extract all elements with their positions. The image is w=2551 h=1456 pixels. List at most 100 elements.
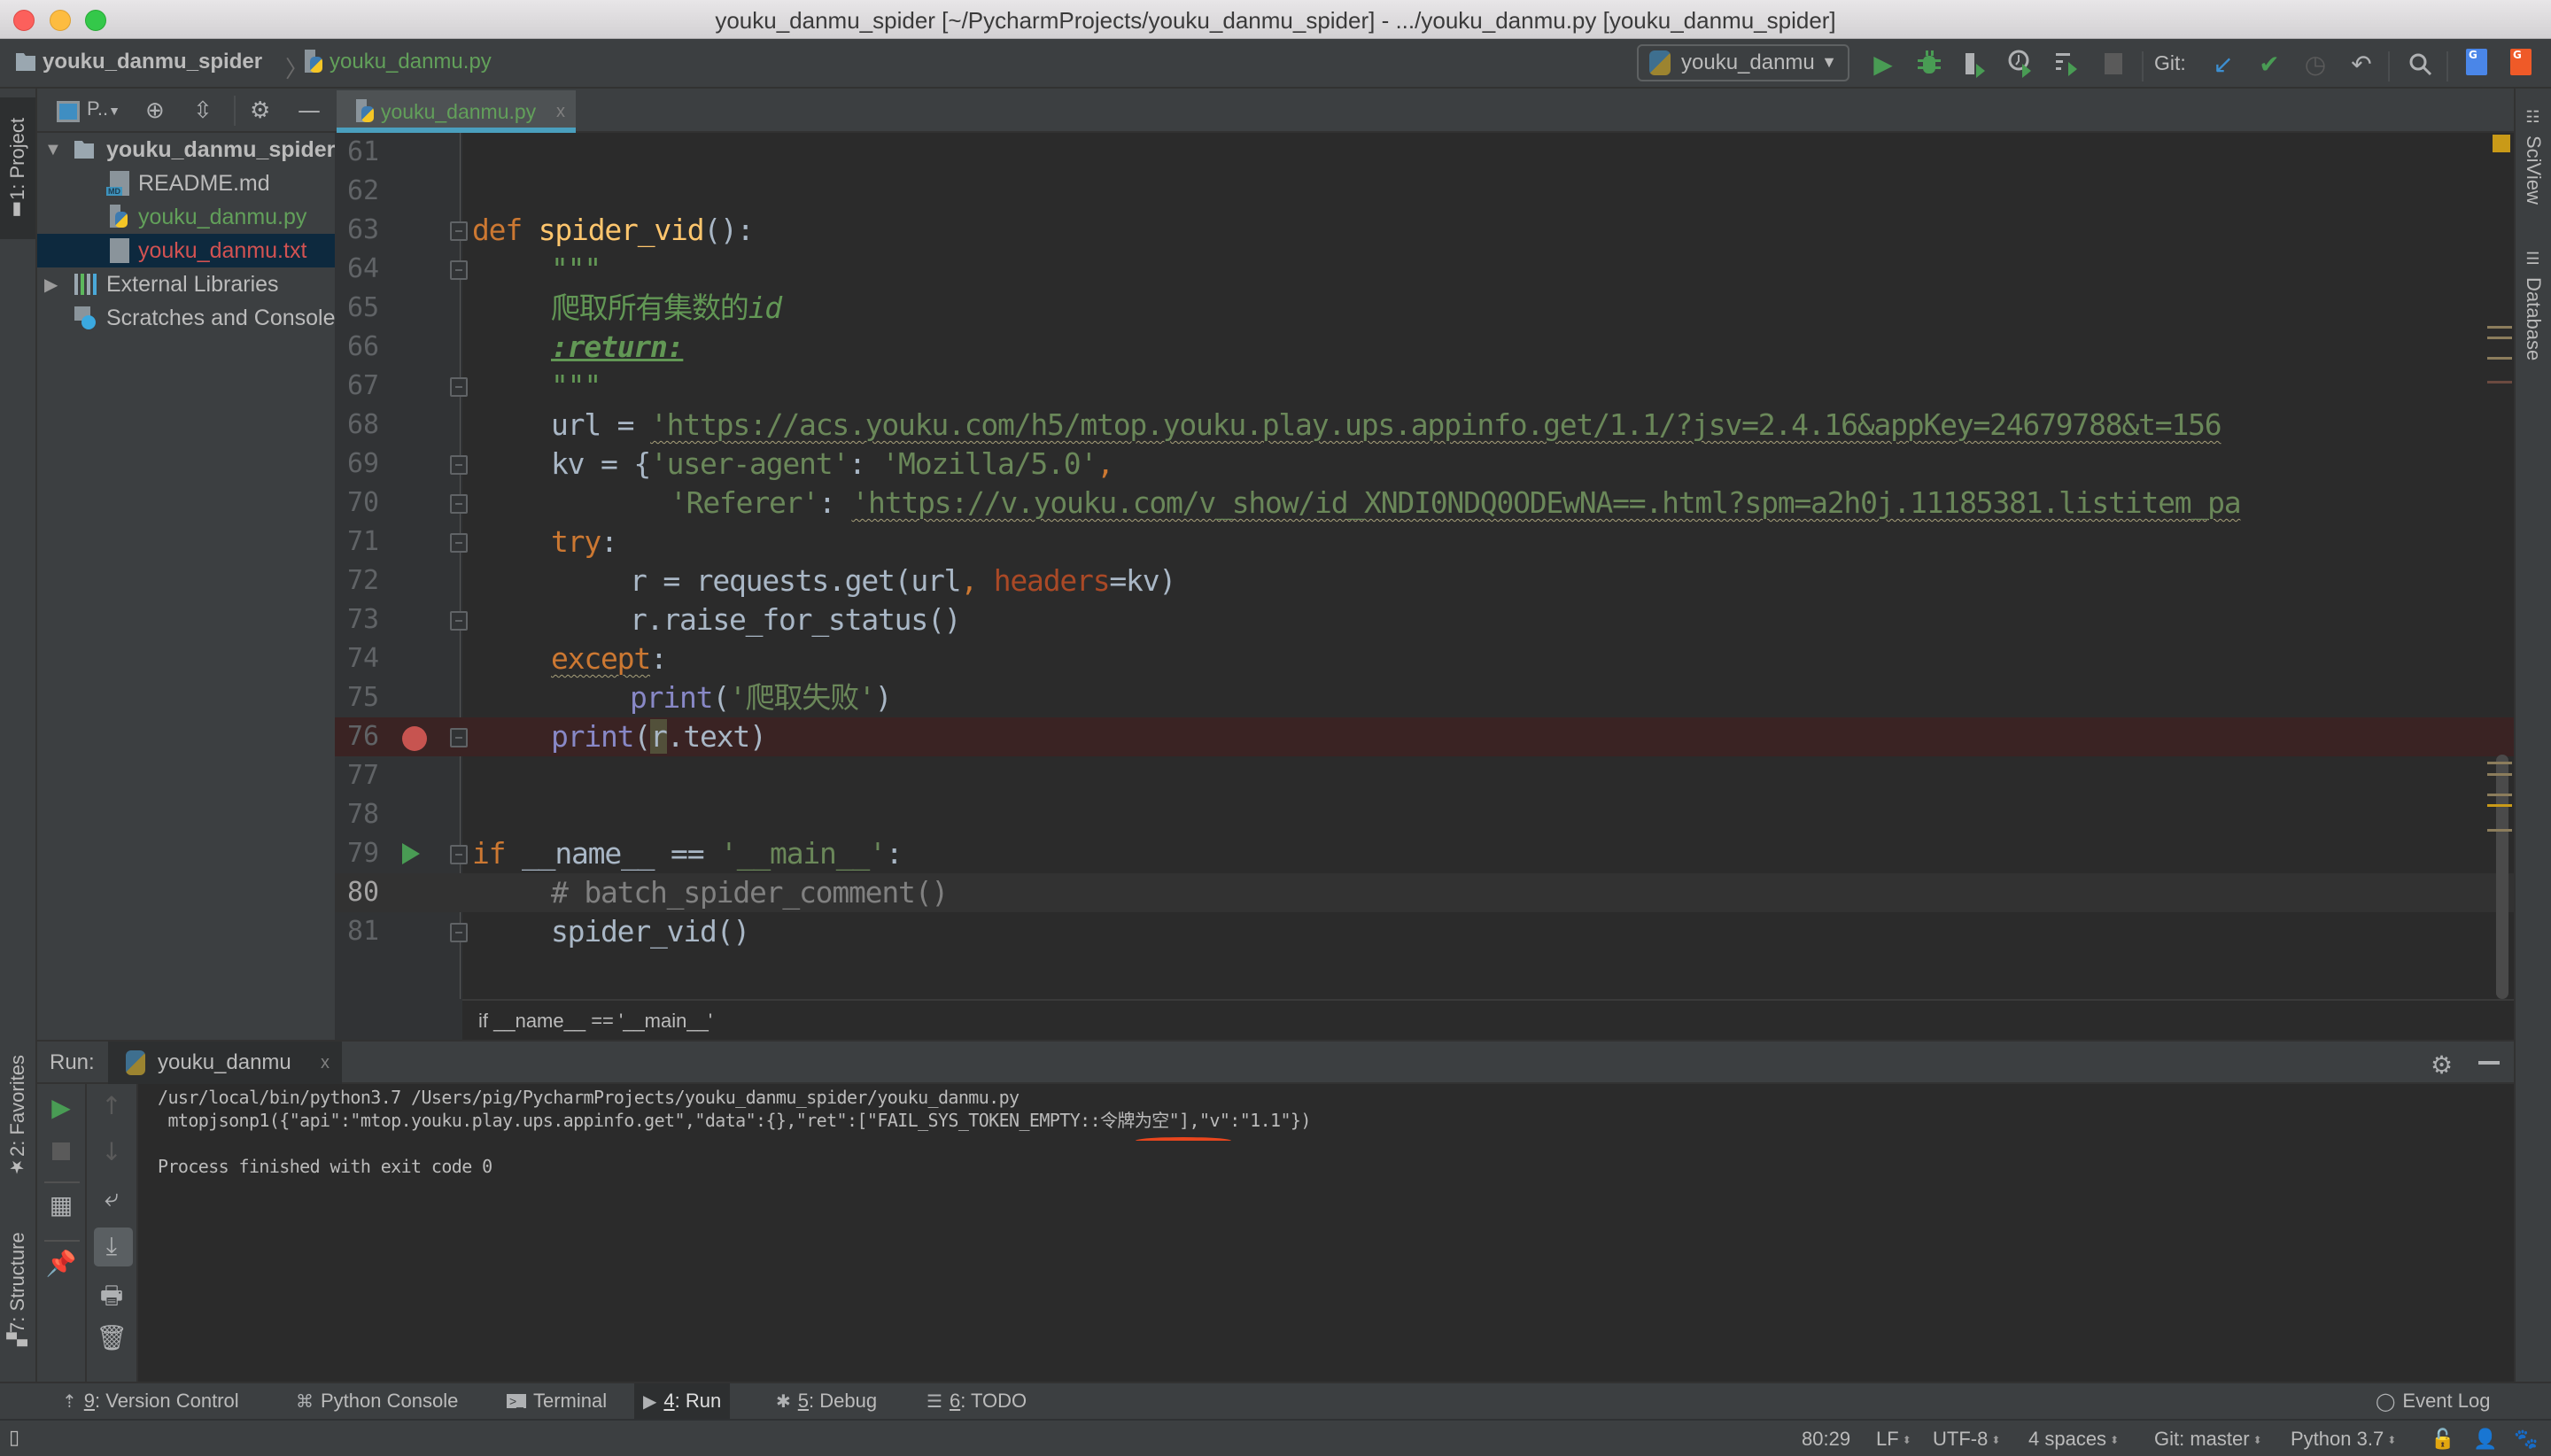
scroll-to-end-icon[interactable]: ⤓	[87, 1231, 136, 1261]
coverage-icon[interactable]	[1961, 50, 1989, 78]
string-literal: 'https://acs.youku.com/h5/mtop.youku.pla…	[650, 407, 2222, 442]
tab-database[interactable]: ☰ Database	[2516, 244, 2551, 366]
toggle-tool-windows-icon[interactable]: ▯	[9, 1426, 19, 1449]
warning-marker[interactable]	[2487, 337, 2512, 339]
breakpoint-icon[interactable]	[402, 726, 427, 751]
fold-icon[interactable]	[450, 845, 468, 864]
expand-arrow-icon[interactable]: ▼	[44, 140, 62, 160]
arrow-down-icon[interactable]: ↓	[87, 1137, 136, 1166]
run-icon[interactable]: ▶	[1869, 50, 1897, 79]
event-log-button[interactable]: ◯ Event Log	[2367, 1383, 2499, 1419]
tool-window-version-control[interactable]: ⇡ 9: Version Control	[53, 1383, 248, 1419]
concurrency-icon[interactable]	[2053, 50, 2082, 78]
stop-icon[interactable]	[2099, 50, 2128, 78]
tree-item-external-libraries[interactable]: ▶ External Libraries	[37, 267, 335, 301]
close-icon[interactable]: x	[321, 1053, 330, 1073]
code-line: 70 'Referer': 'https://v.youku.com/v_sho…	[335, 484, 2514, 523]
minimize-panel-icon[interactable]	[2478, 1061, 2500, 1065]
git-history-icon[interactable]: ◷	[2301, 50, 2330, 79]
tool-window-todo[interactable]: ☰ 6: TODO	[918, 1383, 1035, 1419]
run-tab-label: youku_danmu	[158, 1050, 291, 1074]
soft-wrap-icon[interactable]: ⤶	[87, 1183, 136, 1213]
stop-icon[interactable]	[37, 1137, 85, 1160]
toolbar-divider	[2142, 51, 2144, 81]
warning-marker[interactable]	[2487, 326, 2512, 329]
translate-alt-icon[interactable]: G	[2507, 48, 2535, 76]
tree-item-project-root[interactable]: ▼ youku_danmu_spider	[37, 133, 335, 167]
tab-project[interactable]: ▮ 1: Project	[0, 97, 35, 239]
fold-icon[interactable]	[450, 923, 468, 942]
expand-arrow-icon[interactable]: ▶	[44, 274, 58, 296]
breadcrumb-file[interactable]: youku_danmu.py	[305, 50, 492, 74]
run-gutter-icon[interactable]	[402, 843, 420, 864]
print-icon[interactable]: 🖶	[87, 1277, 136, 1320]
warning-marker[interactable]	[2487, 773, 2512, 776]
git-branch-selector[interactable]: Git: master ⬍	[2154, 1428, 2262, 1451]
cursor-position[interactable]: 80:29	[1802, 1428, 1850, 1451]
editor-breadcrumb[interactable]: if __name__ == '__main__'	[462, 999, 2514, 1040]
code-editor[interactable]: 61 62 63 def spider_vid(): 64 """ 65 爬取所…	[335, 133, 2514, 999]
warning-marker[interactable]	[2487, 381, 2512, 383]
tab-favorites[interactable]: ★ 2: Favorites	[0, 1045, 35, 1196]
translate-icon[interactable]: G	[2462, 48, 2491, 76]
lock-icon[interactable]: 🔓	[2431, 1428, 2454, 1451]
git-update-icon[interactable]: ↙	[2209, 50, 2237, 79]
inspector-icon[interactable]: 👤	[2473, 1428, 2497, 1451]
git-revert-icon[interactable]: ↶	[2347, 50, 2376, 79]
vertical-scrollbar[interactable]	[2496, 755, 2508, 999]
arrow-up-icon[interactable]: ↑	[87, 1091, 136, 1120]
warning-marker[interactable]	[2487, 829, 2512, 832]
project-view-dropdown[interactable]: P..▼	[87, 97, 120, 120]
tab-sciview[interactable]: ☷ SciView	[2516, 103, 2551, 210]
locate-file-icon[interactable]: ⊕	[145, 97, 165, 124]
tree-item-py[interactable]: youku_danmu.py	[37, 200, 335, 234]
indent-selector[interactable]: 4 spaces ⬍	[2028, 1428, 2119, 1451]
fold-icon[interactable]	[450, 494, 468, 514]
tree-item-txt[interactable]: youku_danmu.txt	[37, 234, 335, 267]
tool-window-debug[interactable]: ✱ 5: Debug	[767, 1383, 886, 1419]
search-icon[interactable]	[2406, 50, 2434, 78]
gear-icon[interactable]: ⚙	[2431, 1050, 2453, 1080]
updown-icon: ⬍	[2387, 1434, 2397, 1447]
close-icon[interactable]: x	[556, 102, 565, 122]
editor-tab-youku-danmu[interactable]: youku_danmu.py x	[337, 90, 576, 133]
string-literal: 'Mozilla/5.0'	[881, 446, 1097, 481]
tool-window-python-console[interactable]: ⌘ Python Console	[287, 1383, 467, 1419]
interpreter-selector[interactable]: Python 3.7 ⬍	[2291, 1428, 2396, 1451]
tool-window-run[interactable]: ▶ 4: Run	[634, 1383, 731, 1419]
layout-icon[interactable]: ▦	[37, 1190, 85, 1220]
fold-icon[interactable]	[450, 533, 468, 553]
trash-icon[interactable]: 🗑	[87, 1323, 136, 1352]
collapse-all-icon[interactable]: ⇳	[193, 97, 213, 124]
warning-marker[interactable]	[2487, 794, 2512, 796]
fold-icon[interactable]	[450, 260, 468, 280]
window-title: youku_danmu_spider [~/PycharmProjects/yo…	[715, 7, 1836, 34]
profile-icon[interactable]	[2007, 50, 2035, 78]
fold-icon[interactable]	[450, 611, 468, 631]
warning-marker[interactable]	[2487, 357, 2512, 360]
gear-icon[interactable]: ⚙	[250, 97, 270, 124]
tree-item-scratches[interactable]: Scratches and Consoles	[37, 301, 335, 335]
run-configuration-dropdown[interactable]: youku_danmu ▼	[1637, 44, 1849, 81]
run-tab-youku-danmu[interactable]: youku_danmu x	[108, 1042, 342, 1084]
inspection-status-icon[interactable]	[2493, 135, 2510, 152]
fold-icon[interactable]	[450, 455, 468, 475]
fold-icon[interactable]	[450, 377, 468, 397]
editor-breadcrumb-label[interactable]: if __name__ == '__main__'	[478, 1010, 712, 1032]
hide-panel-icon[interactable]: —	[298, 97, 321, 124]
fold-icon[interactable]	[450, 221, 468, 241]
encoding-selector[interactable]: UTF-8 ⬍	[1933, 1428, 2000, 1451]
run-console[interactable]: /usr/local/bin/python3.7 /Users/pig/Pych…	[140, 1084, 2514, 1382]
line-separator-selector[interactable]: LF ⬍	[1876, 1428, 1911, 1451]
breadcrumb-project[interactable]: youku_danmu_spider	[16, 50, 262, 74]
warning-marker[interactable]	[2487, 762, 2512, 764]
git-commit-icon[interactable]: ✔	[2255, 50, 2283, 79]
tab-structure[interactable]: ▞ 7: Structure	[0, 1222, 35, 1364]
rerun-icon[interactable]: ▶	[37, 1093, 85, 1122]
fold-icon[interactable]	[450, 728, 468, 747]
tree-item-readme[interactable]: README.md	[37, 167, 335, 200]
pin-icon[interactable]: 📌	[37, 1249, 85, 1278]
tool-window-terminal[interactable]: >_ Terminal	[498, 1383, 616, 1419]
paw-icon[interactable]: 🐾	[2514, 1428, 2538, 1451]
debug-icon[interactable]	[1915, 50, 1943, 78]
